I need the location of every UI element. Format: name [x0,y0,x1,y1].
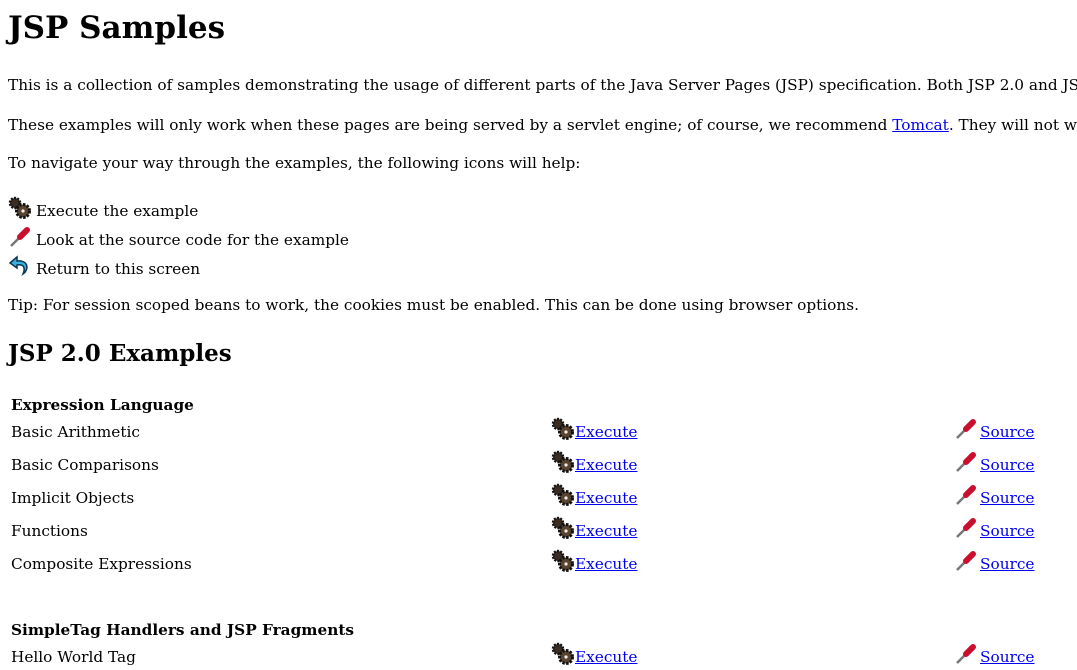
table-row: Basic Comparisons Execute Source [11,450,1077,474]
execute-link[interactable]: Execute [575,555,637,573]
group-heading: SimpleTag Handlers and JSP Fragments [11,621,354,639]
execute-link[interactable]: Execute [575,456,637,474]
screwdriver-icon [954,516,978,540]
screwdriver-icon [954,642,978,666]
execute-cell: Execute [551,642,637,666]
return-arrow-icon [8,254,32,278]
page-title: JSP Samples [8,10,226,46]
source-cell: Source [954,549,1034,573]
gears-icon [551,483,575,507]
legend-label: Execute the example [36,202,199,220]
group-heading-text: Expression Language [11,396,194,414]
screwdriver-icon [8,225,32,249]
servlet-note: These examples will only work when these… [8,116,1077,134]
navigate-text: To navigate your way through the example… [8,154,581,172]
execute-cell: Execute [551,516,637,540]
group-heading-text: SimpleTag Handlers and JSP Fragments [11,621,354,639]
legend-label: Look at the source code for the example [36,231,349,249]
source-link[interactable]: Source [980,489,1034,507]
example-name: Functions [11,522,88,540]
tomcat-link[interactable]: Tomcat [892,116,949,134]
section-title: JSP 2.0 Examples [8,340,232,367]
table-row: Implicit Objects Execute Source [11,483,1077,507]
screwdriver-icon [954,417,978,441]
source-link[interactable]: Source [980,423,1034,441]
example-name: Basic Arithmetic [11,423,140,441]
gears-icon [551,450,575,474]
gears-icon [551,417,575,441]
source-cell: Source [954,483,1034,507]
source-link[interactable]: Source [980,648,1034,666]
source-cell: Source [954,417,1034,441]
execute-link[interactable]: Execute [575,648,637,666]
example-name: Hello World Tag [11,648,136,666]
screwdriver-icon [954,483,978,507]
example-name: Basic Comparisons [11,456,159,474]
source-link[interactable]: Source [980,456,1034,474]
gears-icon [551,549,575,573]
execute-cell: Execute [551,450,637,474]
execute-link[interactable]: Execute [575,489,637,507]
gears-icon [551,516,575,540]
legend-execute: Execute the example [8,196,198,220]
tip-text: Tip: For session scoped beans to work, t… [8,296,859,314]
execute-cell: Execute [551,549,637,573]
source-link[interactable]: Source [980,522,1034,540]
screwdriver-icon [954,450,978,474]
source-link[interactable]: Source [980,555,1034,573]
screwdriver-icon [954,549,978,573]
source-cell: Source [954,516,1034,540]
execute-link[interactable]: Execute [575,423,637,441]
example-name: Implicit Objects [11,489,135,507]
gears-icon [8,196,32,220]
execute-cell: Execute [551,417,637,441]
source-cell: Source [954,450,1034,474]
legend-label: Return to this screen [36,260,201,278]
table-row: Hello World Tag Execute Source [11,642,1077,666]
servlet-note-text: These examples will only work when these… [8,116,893,134]
table-row: Basic Arithmetic Execute Source [11,417,1077,441]
example-name: Composite Expressions [11,555,192,573]
table-row: Composite Expressions Execute Source [11,549,1077,573]
execute-cell: Execute [551,483,637,507]
gears-icon [551,642,575,666]
source-cell: Source [954,642,1034,666]
execute-link[interactable]: Execute [575,522,637,540]
table-row: Functions Execute Source [11,516,1077,540]
legend-source: Look at the source code for the example [8,225,349,249]
group-heading: Expression Language [11,396,194,414]
servlet-note-text-end: . They will not work [948,116,1077,134]
legend-return: Return to this screen [8,254,200,278]
intro-text: This is a collection of samples demonstr… [8,76,1077,94]
